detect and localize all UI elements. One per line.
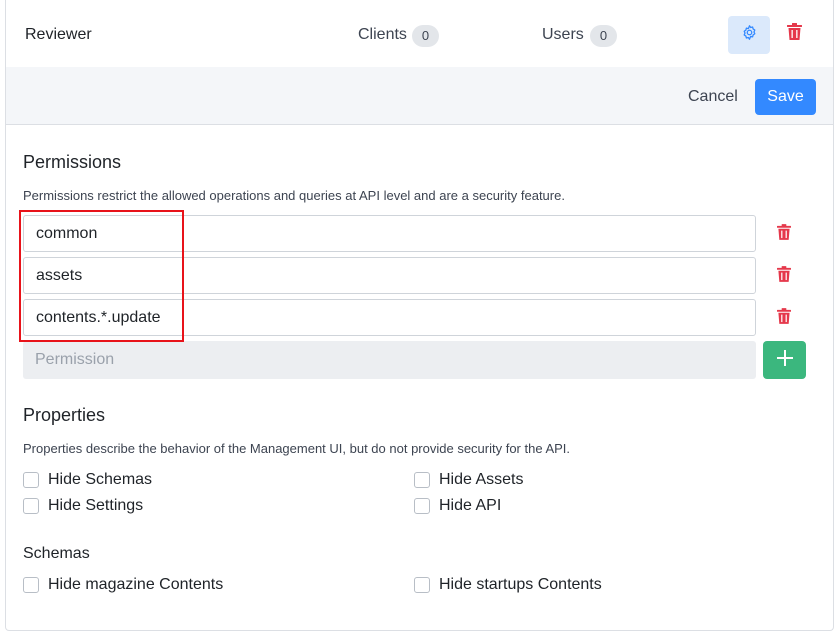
properties-description: Properties describe the behavior of the … [23,441,571,456]
users-count-badge: 0 [590,25,617,47]
role-settings-button[interactable] [728,16,770,54]
permissions-description: Permissions restrict the allowed operati… [23,188,565,203]
hide-startups-contents-checkbox[interactable] [414,577,430,593]
hide-magazine-contents-option[interactable]: Hide magazine Contents [23,576,223,594]
add-permission-button[interactable] [763,341,806,379]
checkbox-label: Hide Schemas [48,471,153,488]
properties-title: Properties [23,405,106,425]
hide-magazine-contents-checkbox[interactable] [23,577,39,593]
delete-role-button[interactable] [782,22,806,46]
permissions-title: Permissions [23,152,122,172]
role-name: Reviewer [25,26,92,43]
trash-icon [777,307,791,329]
trash-icon [786,23,802,45]
delete-permission-button[interactable] [773,265,795,287]
hide-api-checkbox[interactable] [414,498,430,514]
clients-label: Clients [358,26,407,43]
hide-settings-checkbox[interactable] [23,498,39,514]
hide-assets-checkbox[interactable] [414,472,430,488]
hide-schemas-checkbox[interactable] [23,472,39,488]
cancel-button[interactable]: Cancel [678,79,748,115]
save-button[interactable]: Save [755,79,816,115]
gear-icon [741,24,758,46]
permission-input[interactable]: assets [23,257,756,294]
schemas-title: Schemas [23,545,90,562]
action-bar: Cancel Save [6,67,833,125]
hide-settings-option[interactable]: Hide Settings [23,497,143,515]
permission-input[interactable]: contents.*.update [23,299,756,336]
new-permission-input[interactable]: Permission [23,341,756,379]
clients-count-badge: 0 [412,25,439,47]
checkbox-label: Hide magazine Contents [48,576,224,593]
delete-permission-button[interactable] [773,223,795,245]
hide-startups-contents-option[interactable]: Hide startups Contents [414,576,602,594]
role-header: Reviewer Clients 0 Users 0 [6,0,833,67]
checkbox-label: Hide Assets [439,471,524,488]
hide-schemas-option[interactable]: Hide Schemas [23,471,152,489]
plus-icon [776,349,793,371]
delete-permission-button[interactable] [773,307,795,329]
trash-icon [777,223,791,245]
hide-api-option[interactable]: Hide API [414,497,501,515]
hide-assets-option[interactable]: Hide Assets [414,471,523,489]
users-label: Users [542,26,584,43]
checkbox-label: Hide startups Contents [439,576,602,593]
trash-icon [777,265,791,287]
permission-input[interactable]: common [23,215,756,252]
checkbox-label: Hide Settings [48,497,144,514]
checkbox-label: Hide API [439,497,502,514]
